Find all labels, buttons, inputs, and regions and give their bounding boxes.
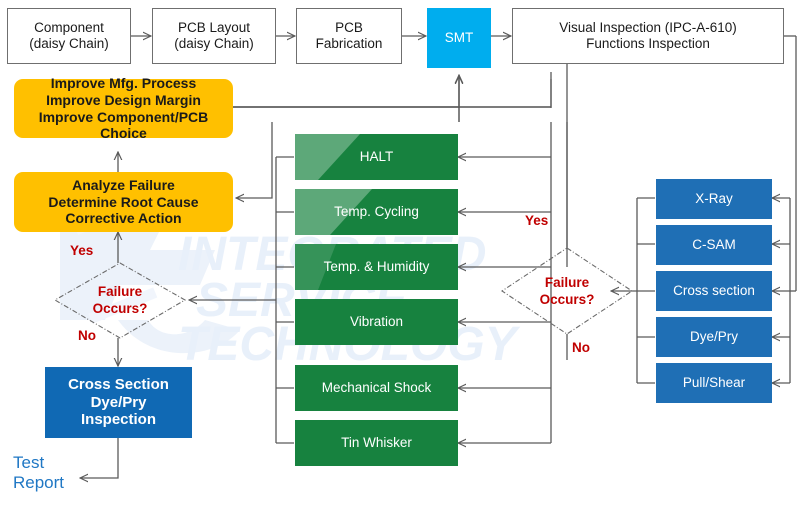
left-decision-no: No (78, 328, 96, 343)
test-report-line2: Report (13, 473, 65, 493)
test-vibration-label: Vibration (349, 314, 404, 330)
flowchart-canvas: INTEGRATED SERVICE TECHNOLOGY (0, 0, 800, 507)
right-decision-line1: Failure (544, 275, 590, 290)
test-mechanical-shock-label: Mechanical Shock (321, 380, 432, 396)
right-decision-line2: Occurs? (539, 291, 595, 307)
test-report-line1: Test (13, 453, 45, 472)
left-decision-yes: Yes (70, 243, 94, 258)
test-halt-label: HALT (359, 149, 394, 165)
node-fa-dye-pry[interactable]: Dye/Pry (656, 317, 772, 357)
left-decision-line2: Occurs? (92, 300, 148, 316)
left-decision-line1: Failure (97, 284, 143, 299)
fa-pull-shear-label: Pull/Shear (682, 375, 746, 391)
right-decision-yes: Yes (525, 213, 549, 228)
fa-dye-pry-label: Dye/Pry (689, 329, 738, 345)
test-temp-cycling-label: Temp. Cycling (334, 204, 419, 220)
left-decision-label[interactable]: Failure Occurs? (78, 284, 162, 318)
right-decision-no: No (572, 340, 590, 355)
node-fa-x-ray[interactable]: X-Ray (656, 179, 772, 219)
right-decision-label[interactable]: Failure Occurs? (525, 275, 609, 309)
node-fa-pull-shear[interactable]: Pull/Shear (656, 363, 772, 403)
test-tin-whisker-label: Tin Whisker (341, 435, 412, 451)
test-temp-humidity-label: Temp. & Humidity (323, 259, 430, 275)
fa-x-ray-label: X-Ray (695, 191, 733, 207)
node-fa-c-sam[interactable]: C-SAM (656, 225, 772, 265)
fa-cross-section-label: Cross section (673, 283, 755, 299)
node-fa-cross-section[interactable]: Cross section (656, 271, 772, 311)
test-report-label[interactable]: Test Report (13, 453, 64, 494)
fa-c-sam-label: C-SAM (692, 237, 736, 253)
